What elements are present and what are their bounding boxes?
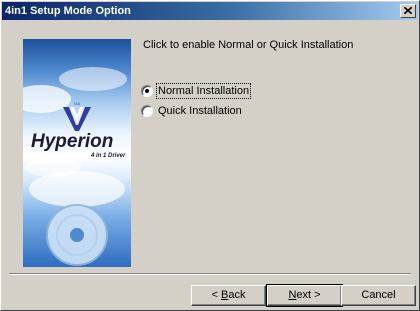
back-rest: ack <box>228 289 246 301</box>
product-tagline: 4 in 1 Driver <box>90 153 126 159</box>
close-button[interactable] <box>400 4 416 18</box>
via-logo <box>63 107 91 131</box>
prompt-text: Click to enable Normal or Quick Installa… <box>143 39 354 51</box>
button-separator <box>9 273 411 275</box>
radio-button-checked[interactable] <box>141 85 153 97</box>
cancel-label: Cancel <box>361 289 396 301</box>
radio-button-unchecked[interactable] <box>141 105 153 117</box>
cancel-button[interactable]: Cancel <box>341 285 416 306</box>
back-prefix: < <box>211 289 221 301</box>
back-button[interactable]: < Back <box>191 285 266 306</box>
setup-dialog: 4in1 Setup Mode Option Hyperion 4 in 1 D… <box>0 0 420 311</box>
next-button[interactable]: Next > <box>266 284 343 307</box>
window-title: 4in1 Setup Mode Option <box>5 5 131 17</box>
next-rest: ext > <box>296 289 321 301</box>
radio-dot-icon <box>145 89 149 93</box>
product-logo-text: Hyperion <box>31 131 113 152</box>
close-icon <box>404 7 412 14</box>
brand-name: VIA <box>74 101 81 106</box>
quick-installation-label[interactable]: Quick Installation <box>157 104 243 118</box>
title-bar[interactable]: 4in1 Setup Mode Option <box>2 2 418 20</box>
hyperion-banner-image: Hyperion 4 in 1 Driver VIA <box>23 39 131 267</box>
normal-installation-label[interactable]: Normal Installation <box>155 83 252 99</box>
